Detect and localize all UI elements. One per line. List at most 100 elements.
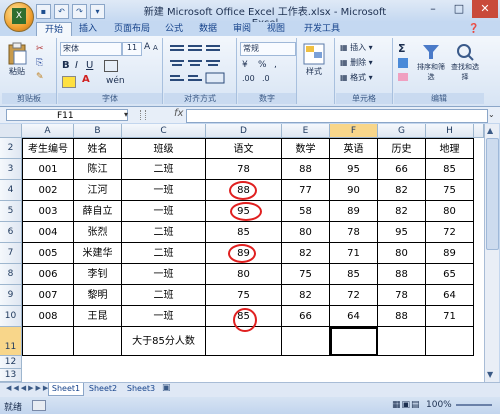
name-box[interactable]: F11 bbox=[6, 109, 128, 121]
header-cell-name[interactable]: 姓名 bbox=[74, 138, 122, 159]
table-cell[interactable]: 75 bbox=[282, 264, 330, 285]
summary-empty-cell[interactable] bbox=[378, 327, 426, 356]
table-cell[interactable]: 陈江 bbox=[74, 159, 122, 180]
table-cell[interactable]: 72 bbox=[330, 285, 378, 306]
table-cell[interactable]: 江河 bbox=[74, 180, 122, 201]
header-cell-english[interactable]: 英语 bbox=[330, 138, 378, 159]
table-cell[interactable]: 82 bbox=[378, 201, 426, 222]
minimize-icon[interactable]: – bbox=[420, 0, 446, 18]
column-header-c[interactable]: C bbox=[122, 124, 206, 138]
percent-icon[interactable]: % bbox=[258, 60, 267, 70]
table-cell[interactable]: 80 bbox=[378, 243, 426, 264]
table-cell[interactable]: 89 bbox=[330, 201, 378, 222]
table-cell[interactable]: 薛自立 bbox=[74, 201, 122, 222]
table-cell[interactable]: 88 bbox=[378, 264, 426, 285]
sort-filter-button[interactable]: 排序和筛选 bbox=[416, 42, 446, 82]
underline-icon[interactable]: U bbox=[86, 60, 93, 71]
table-cell[interactable]: 78 bbox=[330, 222, 378, 243]
table-cell[interactable]: 82 bbox=[282, 285, 330, 306]
clear-icon[interactable] bbox=[398, 73, 408, 81]
tab-insert[interactable]: 插入 bbox=[74, 22, 102, 36]
table-cell[interactable]: 85 bbox=[426, 159, 474, 180]
table-cell[interactable]: 64 bbox=[330, 306, 378, 327]
shrink-font-icon[interactable]: A bbox=[153, 44, 158, 52]
delete-cells-button[interactable]: ▦ 删除 ▾ bbox=[340, 57, 373, 68]
table-cell[interactable]: 米建华 bbox=[74, 243, 122, 264]
find-select-button[interactable]: 查找和选择 bbox=[450, 42, 480, 82]
redo-icon[interactable]: ↷ bbox=[72, 4, 87, 19]
table-cell[interactable]: 一班 bbox=[122, 306, 206, 327]
close-icon[interactable]: ✕ bbox=[472, 0, 498, 18]
sheet-tab-1[interactable]: Sheet1 bbox=[48, 383, 84, 396]
scroll-down-icon[interactable]: ▼ bbox=[487, 370, 493, 379]
summary-label-cell[interactable]: 大于85分人数 bbox=[122, 327, 206, 356]
summary-empty-cell[interactable] bbox=[22, 327, 74, 356]
table-cell[interactable]: 一班 bbox=[122, 180, 206, 201]
insert-sheet-icon[interactable]: ▣ bbox=[162, 383, 171, 393]
sheet-tab-3[interactable]: Sheet3 bbox=[124, 383, 158, 395]
table-cell[interactable]: 一班 bbox=[122, 201, 206, 222]
table-cell[interactable]: 75 bbox=[426, 180, 474, 201]
active-cell-f11[interactable] bbox=[330, 327, 378, 356]
table-cell[interactable]: 一班 bbox=[122, 264, 206, 285]
qat-dropdown-icon[interactable]: ▾ bbox=[90, 4, 105, 19]
alignment-icons[interactable] bbox=[168, 42, 232, 86]
table-cell[interactable]: 90 bbox=[330, 180, 378, 201]
column-header-f[interactable]: F bbox=[330, 124, 378, 138]
font-name-select[interactable]: 宋体 bbox=[60, 42, 122, 56]
table-cell[interactable]: 88 bbox=[378, 306, 426, 327]
format-cells-button[interactable]: ▦ 格式 ▾ bbox=[340, 72, 373, 83]
column-header-b[interactable]: B bbox=[74, 124, 122, 138]
paste-button[interactable]: 粘贴 bbox=[6, 42, 28, 77]
scroll-thumb[interactable] bbox=[486, 138, 499, 250]
fill-icon[interactable] bbox=[398, 58, 408, 68]
table-cell[interactable]: 58 bbox=[282, 201, 330, 222]
table-cell[interactable]: 80 bbox=[426, 201, 474, 222]
maximize-icon[interactable]: □ bbox=[446, 0, 472, 18]
vertical-scrollbar[interactable]: ▲ ▼ bbox=[484, 124, 499, 382]
insert-cells-button[interactable]: ▦ 插入 ▾ bbox=[340, 42, 373, 53]
table-cell[interactable]: 66 bbox=[378, 159, 426, 180]
row-header-8[interactable]: 8 bbox=[0, 264, 22, 285]
table-cell[interactable]: 66 bbox=[282, 306, 330, 327]
tab-page-layout[interactable]: 页面布局 bbox=[108, 22, 156, 36]
row-header-5[interactable]: 5 bbox=[0, 201, 22, 222]
tab-view[interactable]: 视图 bbox=[262, 22, 290, 36]
table-cell[interactable]: 88 bbox=[282, 159, 330, 180]
table-cell[interactable]: 002 bbox=[22, 180, 74, 201]
bold-icon[interactable]: B bbox=[62, 60, 70, 71]
table-cell[interactable]: 005 bbox=[22, 243, 74, 264]
row-header-2[interactable]: 2 bbox=[0, 138, 22, 159]
table-cell[interactable]: 二班 bbox=[122, 285, 206, 306]
row-header-4[interactable]: 4 bbox=[0, 180, 22, 201]
table-cell[interactable]: 65 bbox=[426, 264, 474, 285]
column-header-e[interactable]: E bbox=[282, 124, 330, 138]
number-format-select[interactable]: 常规 bbox=[240, 42, 296, 56]
table-cell[interactable]: 008 bbox=[22, 306, 74, 327]
summary-empty-cell[interactable] bbox=[426, 327, 474, 356]
italic-icon[interactable]: I bbox=[75, 60, 78, 71]
column-header-h[interactable]: H bbox=[426, 124, 474, 138]
row-header-3[interactable]: 3 bbox=[0, 159, 22, 180]
row-header-7[interactable]: 7 bbox=[0, 243, 22, 264]
table-cell[interactable]: 77 bbox=[282, 180, 330, 201]
table-cell[interactable]: 78 bbox=[206, 159, 282, 180]
header-cell-history[interactable]: 历史 bbox=[378, 138, 426, 159]
formula-bar-splitter[interactable] bbox=[140, 110, 146, 120]
sheet-nav-icons[interactable]: ◀◀◀▶▶▶ bbox=[6, 384, 50, 392]
row-header-12[interactable]: 12 bbox=[0, 356, 22, 369]
help-icon[interactable]: ❓ bbox=[468, 24, 479, 34]
autosum-icon[interactable]: Σ bbox=[398, 42, 406, 55]
table-cell[interactable]: 王昆 bbox=[74, 306, 122, 327]
table-cell[interactable]: 80 bbox=[206, 264, 282, 285]
phonetic-icon[interactable]: wén bbox=[106, 76, 125, 86]
grow-font-icon[interactable]: A bbox=[144, 42, 150, 52]
table-cell[interactable]: 75 bbox=[206, 285, 282, 306]
fill-color-icon[interactable] bbox=[62, 76, 76, 88]
borders-icon[interactable] bbox=[104, 60, 118, 72]
header-cell-id[interactable]: 考生编号 bbox=[22, 138, 74, 159]
table-cell[interactable]: 82 bbox=[378, 180, 426, 201]
formula-input[interactable] bbox=[186, 109, 488, 123]
table-cell[interactable]: 004 bbox=[22, 222, 74, 243]
table-cell[interactable]: 85 bbox=[330, 264, 378, 285]
